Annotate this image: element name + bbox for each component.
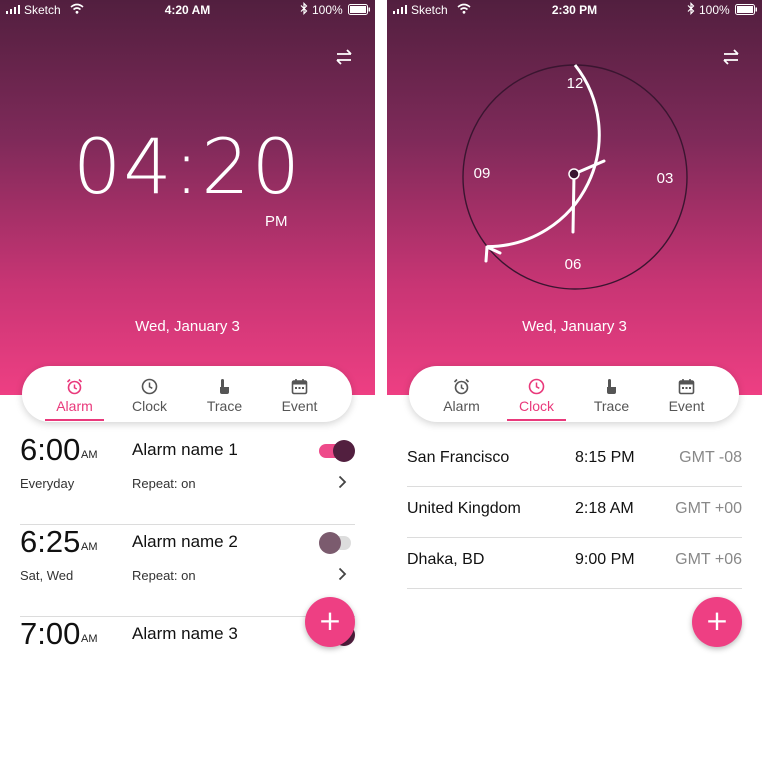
tab-bar: Alarm Clock Trace Event <box>22 366 352 422</box>
city-name: San Francisco <box>407 449 510 466</box>
alarm-screen: Sketch 4:20 AM 100% 04:20 PM Wed, Januar… <box>0 0 375 762</box>
active-tab-indicator <box>45 419 104 421</box>
battery-percent: 100% <box>699 3 730 17</box>
bluetooth-icon <box>687 2 695 15</box>
chevron-right-icon[interactable] <box>338 567 347 581</box>
elapsed-arc <box>487 64 601 249</box>
bluetooth-icon <box>300 2 308 15</box>
tab-clock[interactable]: Clock <box>112 366 187 422</box>
status-bar: Sketch 4:20 AM 100% <box>0 0 375 20</box>
world-clock-row-3[interactable]: Dhaka, BD 9:00 PM GMT +06 <box>407 538 742 589</box>
toggle-knob <box>319 532 341 554</box>
alarm-repeat: Repeat: on <box>132 476 196 491</box>
swap-arrows-icon[interactable] <box>718 46 744 68</box>
city-name: United Kingdom <box>407 500 521 517</box>
toggle-knob <box>333 440 355 462</box>
tab-alarm[interactable]: Alarm <box>37 366 112 422</box>
city-time: 8:15 PM <box>575 449 635 466</box>
alarm-name: Alarm name 3 <box>132 624 238 643</box>
add-alarm-button[interactable]: + <box>305 597 355 647</box>
tab-trace[interactable]: Trace <box>574 366 649 422</box>
gmt-offset: GMT +06 <box>675 551 742 568</box>
alarm-toggle[interactable] <box>319 532 355 554</box>
city-time: 9:00 PM <box>575 551 635 568</box>
tab-label: Event <box>668 398 705 414</box>
minute-hand <box>571 173 576 234</box>
alarm-days: Sat, Wed <box>20 568 74 583</box>
tab-label: Alarm <box>56 398 93 414</box>
battery-icon <box>348 4 370 15</box>
gmt-offset: GMT -08 <box>679 449 742 466</box>
plus-icon: + <box>705 604 729 637</box>
tab-event[interactable]: Event <box>262 366 337 422</box>
status-bar: Sketch 2:30 PM 100% <box>387 0 762 20</box>
clock-center <box>568 168 580 180</box>
dial-label-03: 03 <box>657 170 674 187</box>
alarm-row-2[interactable]: 6:25 AM Alarm name 2 Sat, Wed Repeat: on <box>20 524 355 617</box>
alarm-row-1[interactable]: 6:00 AM Alarm name 1 Everyday Repeat: on <box>20 432 355 525</box>
tab-label: Clock <box>131 398 167 414</box>
dial-label-09: 09 <box>474 165 491 182</box>
alarm-clock-icon <box>66 378 83 395</box>
touch-hand-icon <box>607 379 616 394</box>
gmt-offset: GMT +00 <box>675 500 742 517</box>
alarm-time: 7:00 <box>20 616 81 651</box>
calendar-icon <box>291 379 308 395</box>
world-clock-row-2[interactable]: United Kingdom 2:18 AM GMT +00 <box>407 487 742 538</box>
chevron-right-icon[interactable] <box>338 475 347 489</box>
tab-bar: Alarm Clock Trace Event <box>409 366 739 422</box>
tab-trace[interactable]: Trace <box>187 366 262 422</box>
alarm-days: Everyday <box>20 476 75 491</box>
tab-label: Trace <box>206 398 243 414</box>
tab-event[interactable]: Event <box>649 366 724 422</box>
alarm-toggle[interactable] <box>319 440 355 462</box>
swap-arrows-icon[interactable] <box>331 46 357 68</box>
alarm-name: Alarm name 1 <box>132 440 238 459</box>
battery-percent: 100% <box>312 3 343 17</box>
digital-time: 04:20 <box>72 122 303 211</box>
header-gradient: Sketch 2:30 PM 100% 12 03 06 09 Wed, Jan… <box>387 0 762 395</box>
alarm-ampm: AM <box>81 541 98 553</box>
world-clock-row-1[interactable]: San Francisco 8:15 PM GMT -08 <box>407 436 742 487</box>
date-label: Wed, January 3 <box>135 318 240 335</box>
calendar-icon <box>678 379 695 395</box>
tab-clock[interactable]: Clock <box>499 366 574 422</box>
add-city-button[interactable]: + <box>692 597 742 647</box>
touch-hand-icon <box>220 379 229 394</box>
clock-screen: Sketch 2:30 PM 100% 12 03 06 09 Wed, Jan… <box>387 0 762 762</box>
clock-icon <box>141 378 158 395</box>
city-time: 2:18 AM <box>575 500 634 517</box>
alarm-repeat: Repeat: on <box>132 568 196 583</box>
active-tab-indicator <box>507 419 566 421</box>
dial-label-12: 12 <box>567 75 584 92</box>
alarm-row-3[interactable]: 7:00 AM Alarm name 3 <box>20 616 355 708</box>
ampm-label: PM <box>265 213 288 230</box>
tab-alarm[interactable]: Alarm <box>424 366 499 422</box>
alarm-time: 6:00 <box>20 432 81 467</box>
alarm-name: Alarm name 2 <box>132 532 238 551</box>
tab-label: Clock <box>518 398 554 414</box>
analog-clock: 12 03 06 09 <box>462 64 688 290</box>
date-label: Wed, January 3 <box>522 318 627 335</box>
alarm-ampm: AM <box>81 633 98 645</box>
alarm-time: 6:25 <box>20 524 81 559</box>
tab-label: Alarm <box>443 398 480 414</box>
header-gradient: Sketch 4:20 AM 100% 04:20 PM Wed, Januar… <box>0 0 375 395</box>
dial-label-06: 06 <box>565 256 582 273</box>
tab-label: Event <box>281 398 318 414</box>
clock-icon <box>528 378 545 395</box>
city-name: Dhaka, BD <box>407 551 485 568</box>
alarm-clock-icon <box>453 378 470 395</box>
plus-icon: + <box>318 604 342 637</box>
tab-label: Trace <box>593 398 630 414</box>
alarm-ampm: AM <box>81 449 98 461</box>
battery-icon <box>735 4 757 15</box>
